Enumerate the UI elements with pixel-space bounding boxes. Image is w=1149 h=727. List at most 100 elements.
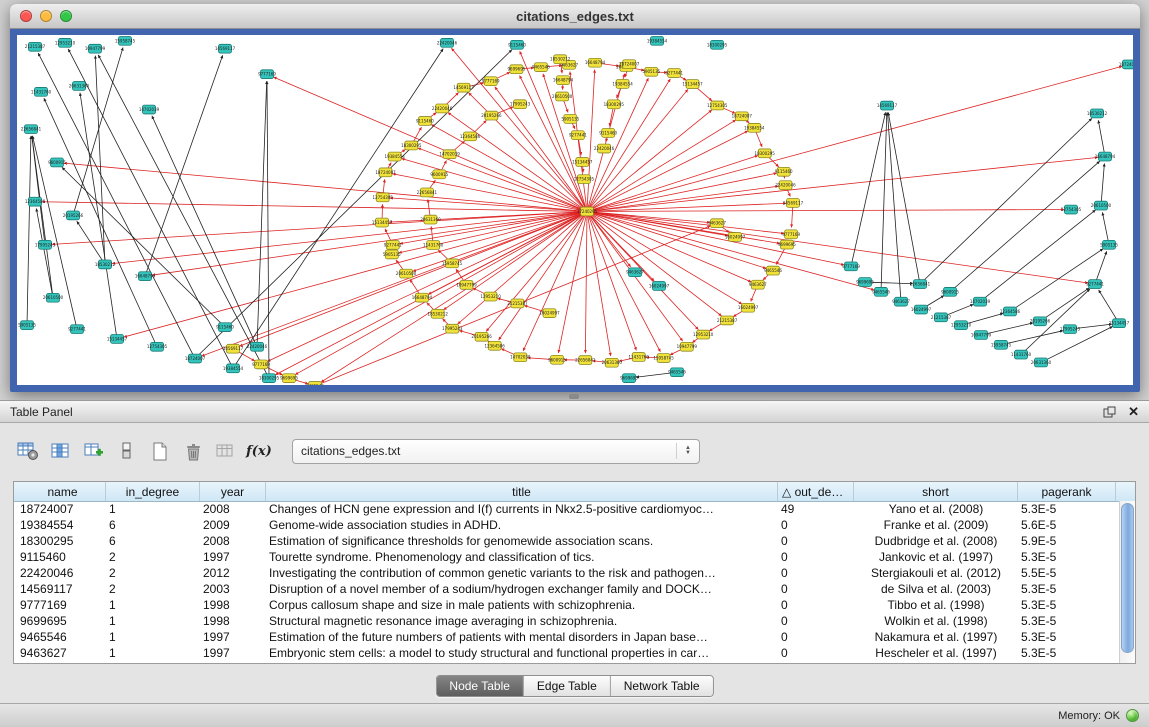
table-settings-button[interactable] [14, 438, 42, 464]
graph-node[interactable]: 9463627 [749, 280, 767, 289]
column-header-pagerank[interactable]: pagerank [1018, 482, 1116, 501]
graph-node[interactable]: 22420046 [437, 38, 458, 47]
column-header-short[interactable]: short [854, 482, 1018, 501]
column-header-name[interactable]: name [14, 482, 106, 501]
graph-node[interactable]: 12364586 [25, 197, 46, 206]
graph-node[interactable]: 15958745 [115, 36, 136, 45]
column-header-out_degree[interactable]: △ out_de… [778, 482, 854, 501]
graph-node[interactable]: 18724007 [375, 168, 396, 177]
graph-node[interactable]: 12953210 [55, 38, 76, 47]
graph-node[interactable]: 11431760 [423, 241, 444, 250]
graph-node[interactable]: 21215387 [931, 313, 952, 322]
graph-node[interactable]: 5905135 [383, 250, 401, 259]
graph-node[interactable]: 18300295 [755, 149, 776, 158]
graph-node[interactable]: 9699695 [280, 374, 298, 383]
graph-node[interactable]: 20631360 [602, 358, 623, 367]
graph-node[interactable]: 11431760 [31, 87, 52, 96]
table-row[interactable]: 1830029562008Estimation of significance … [14, 533, 1120, 549]
graph-node[interactable]: 9777169 [258, 70, 276, 79]
graph-node[interactable]: 18300295 [604, 100, 625, 109]
scrollbar-thumb[interactable] [1121, 503, 1134, 653]
graph-node[interactable]: 12364586 [460, 132, 481, 141]
graph-node[interactable]: 20195266 [471, 332, 492, 341]
graph-node[interactable]: 9699695 [620, 374, 638, 383]
graph-node[interactable]: 20195266 [1030, 317, 1051, 326]
graph-node[interactable]: 16024997 [539, 309, 560, 318]
column-visibility-button[interactable] [47, 438, 75, 464]
graph-node[interactable]: 15134457 [682, 80, 703, 89]
graph-node[interactable]: 9699695 [508, 65, 526, 74]
graph-node[interactable]: 20610500 [1091, 201, 1112, 210]
graph-node[interactable]: 9277441 [1086, 280, 1104, 289]
graph-node[interactable]: 20631360 [69, 82, 90, 91]
graph-node[interactable]: 12953210 [693, 330, 714, 339]
graph-node[interactable]: 22656841 [417, 188, 438, 197]
graph-node[interactable]: 9277441 [569, 131, 587, 140]
graph-node[interactable]: 10947799 [456, 280, 477, 289]
graph-node[interactable]: 9115460 [775, 167, 793, 176]
table-row[interactable]: 1938455462009Genome-wide association stu… [14, 517, 1120, 533]
graph-node[interactable]: 15134457 [372, 218, 393, 227]
graph-node[interactable]: 16024997 [649, 282, 670, 291]
graph-node[interactable]: 22420046 [432, 104, 453, 113]
graph-node[interactable]: 9115460 [599, 129, 617, 138]
table-row[interactable]: 2242004622012Investigating the contribut… [14, 565, 1120, 581]
graph-node[interactable]: 16024997 [738, 303, 759, 312]
graph-node[interactable]: 15958745 [991, 340, 1012, 349]
graph-node[interactable]: 9777169 [782, 230, 800, 239]
graph-node[interactable]: 9600915 [430, 170, 448, 179]
function-builder-button[interactable]: f(x) [245, 438, 273, 464]
window-titlebar[interactable]: citations_edges.txt [10, 4, 1140, 29]
graph-node[interactable]: 14569117 [215, 44, 236, 53]
graph-node[interactable]: 10947799 [971, 331, 992, 340]
graph-node[interactable]: 18530212 [95, 260, 116, 269]
graph-node[interactable]: 22656841 [910, 280, 931, 289]
graph-node[interactable]: 14702039 [510, 353, 531, 362]
graph-node[interactable]: 11431760 [1011, 350, 1032, 359]
graph-node[interactable]: 9463627 [626, 268, 644, 277]
graph-node[interactable]: 16648794 [553, 76, 574, 85]
graph-node[interactable]: 16648794 [412, 293, 433, 302]
graph-node[interactable]: 12754305 [1061, 205, 1082, 214]
graph-node[interactable]: 14569117 [783, 199, 804, 208]
graph-node[interactable]: 14569117 [877, 101, 898, 110]
graph-node[interactable]: 9600915 [48, 158, 66, 167]
table-row[interactable]: 946554611997Estimation of the future num… [14, 629, 1120, 645]
graph-node[interactable]: 9600915 [548, 355, 566, 364]
graph-node[interactable]: 17995243 [35, 240, 56, 249]
graph-node[interactable]: 15134457 [1109, 319, 1130, 328]
graph-node[interactable]: 12364586 [1000, 307, 1021, 316]
graph-node[interactable]: 14569117 [223, 344, 244, 353]
graph-node[interactable]: 18530212 [428, 309, 449, 318]
row-options-button[interactable] [113, 438, 141, 464]
column-header-year[interactable]: year [200, 482, 266, 501]
graph-node[interactable]: 9465546 [764, 266, 782, 275]
graph-node[interactable]: 9600915 [941, 287, 959, 296]
graph-node[interactable]: 9465546 [532, 63, 550, 72]
graph-node[interactable]: 12754305 [147, 342, 168, 351]
graph-node[interactable]: 15134457 [107, 335, 128, 344]
close-button[interactable] [20, 10, 32, 22]
graph-node[interactable]: 22420046 [247, 342, 268, 351]
graph-node[interactable]: 19384554 [385, 152, 406, 161]
graph-node[interactable]: 21215387 [25, 42, 46, 51]
tab-edge-table[interactable]: Edge Table [524, 676, 611, 696]
graph-node[interactable]: 5905135 [18, 321, 36, 330]
graph-node[interactable]: 9465546 [872, 287, 890, 296]
graph-node[interactable]: 19384554 [647, 36, 668, 45]
graph-node[interactable]: 16648794 [585, 58, 606, 67]
vertical-scrollbar[interactable] [1119, 501, 1135, 663]
graph-node[interactable]: 9699695 [778, 240, 796, 249]
graph-node[interactable]: 5905135 [642, 67, 660, 76]
graph-node[interactable]: 9463627 [892, 297, 910, 306]
table-row[interactable]: 946362711997Embryonic stem cells: a mode… [14, 645, 1120, 661]
export-table-button[interactable] [212, 438, 240, 464]
graph-node[interactable]: 18724007 [185, 354, 206, 363]
column-header-in_degree[interactable]: in_degree [106, 482, 200, 501]
table-row[interactable]: 977716911998Corpus callosum shape and si… [14, 597, 1120, 613]
table-row[interactable]: 1872400712008Changes of HCN gene express… [14, 501, 1120, 517]
graph-node[interactable]: 14702039 [139, 105, 160, 114]
graph-node[interactable]: 19384554 [223, 364, 244, 373]
graph-node[interactable]: 17995243 [1060, 325, 1081, 334]
graph-node[interactable]: 16024997 [725, 233, 746, 242]
